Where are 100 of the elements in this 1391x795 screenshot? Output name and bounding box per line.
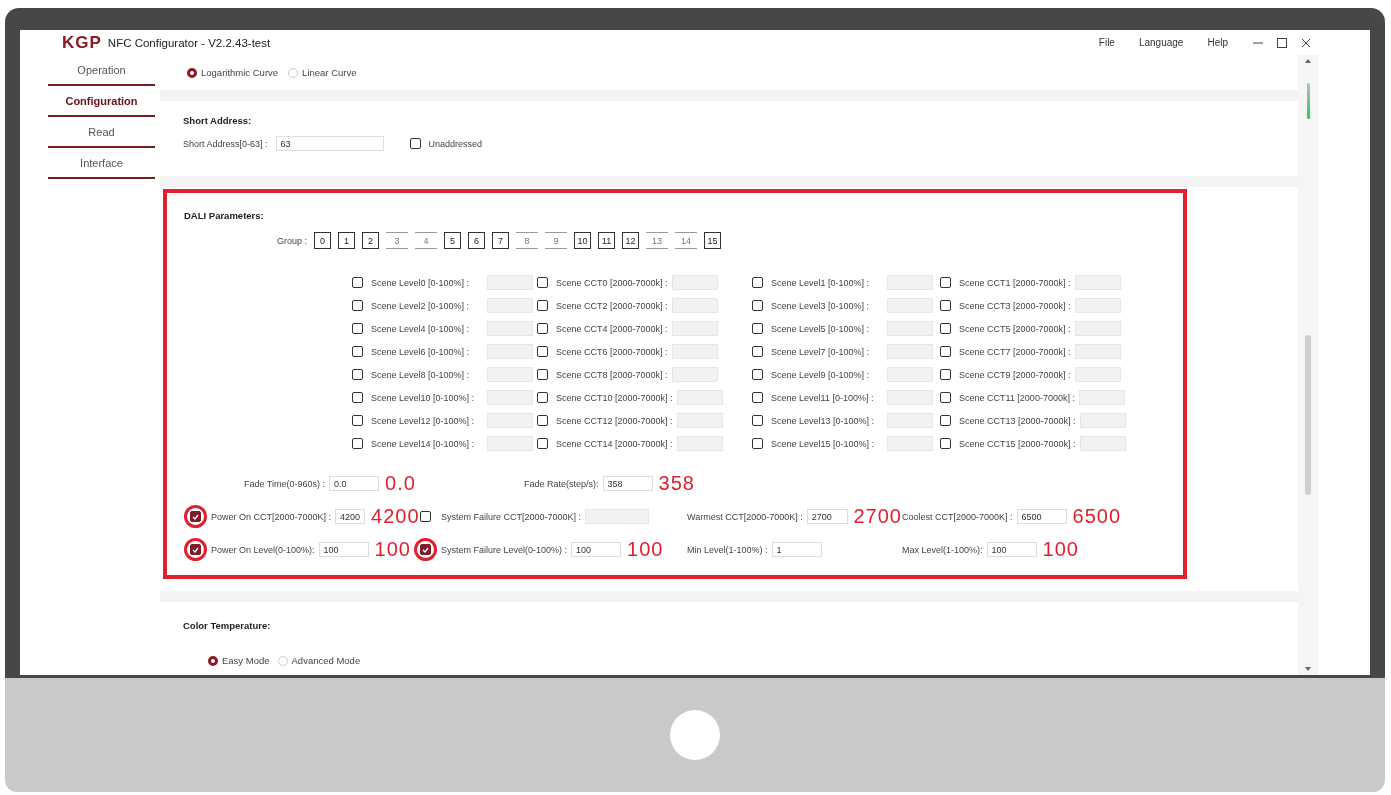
checkbox[interactable] xyxy=(190,544,201,555)
input-field[interactable]: 2700 xyxy=(806,509,848,524)
field-label: Power On Level(0-100%): xyxy=(211,544,315,555)
group-toggle[interactable]: 3 xyxy=(386,232,408,249)
field-label: Scene Level3 [0-100%] : xyxy=(771,300,871,311)
group-toggle[interactable]: 5 xyxy=(444,232,461,249)
field-label: Scene Level7 [0-100%] : xyxy=(771,346,871,357)
close-icon[interactable] xyxy=(1300,36,1312,49)
maximize-icon[interactable] xyxy=(1276,36,1288,49)
section-title: Short Address: xyxy=(183,115,253,126)
field-label: Scene CCT8 [2000-7000k] : xyxy=(556,369,668,380)
menu-item[interactable]: Language xyxy=(1138,37,1184,48)
scroll-down-icon[interactable] xyxy=(1305,667,1311,671)
menu-item[interactable]: Help xyxy=(1207,37,1228,48)
field-label: Scene Level15 [0-100%] : xyxy=(771,438,876,449)
group-toggle[interactable]: 8 xyxy=(516,232,538,249)
annotation-text: 100 xyxy=(374,538,411,561)
checkbox[interactable] xyxy=(420,544,431,555)
radio-option[interactable]: Easy Mode xyxy=(208,655,270,666)
field-label: Scene Level2 [0-100%] : xyxy=(371,300,471,311)
app-logo: KGP xyxy=(62,32,102,53)
field-label: Scene Level1 [0-100%] : xyxy=(771,277,871,288)
field-label: Scene CCT13 [2000-7000k] : xyxy=(959,415,1076,426)
field-label: Scene CCT10 [2000-7000k] : xyxy=(556,392,673,403)
group-toggle[interactable]: 10 xyxy=(574,232,591,249)
field-label: Max Level(1-100%): xyxy=(902,544,983,555)
field-label: Scene CCT12 [2000-7000k] : xyxy=(556,415,673,426)
field-label: Scene CCT14 [2000-7000k] : xyxy=(556,438,673,449)
annotation-text: 2700 xyxy=(853,505,902,528)
annotation-text: 0.0 xyxy=(385,472,416,495)
annotation-text: 6500 xyxy=(1072,505,1122,528)
input-field[interactable]: 100 xyxy=(986,542,1037,557)
field-label: Scene Level6 [0-100%] : xyxy=(371,346,471,357)
group-toggle[interactable]: 12 xyxy=(622,232,639,249)
field-label: Scene CCT15 [2000-7000k] : xyxy=(959,438,1076,449)
field-label: Min Level(1-100%) : xyxy=(687,544,768,555)
field-label: Scene Level10 [0-100%] : xyxy=(371,392,476,403)
group-toggle[interactable]: 15 xyxy=(704,232,721,249)
field-label: Scene Level13 [0-100%] : xyxy=(771,415,876,426)
field-label: Group : xyxy=(277,235,307,246)
input-field[interactable]: 63 xyxy=(275,136,384,151)
menu-item[interactable]: File xyxy=(1098,37,1115,48)
field-label: Coolest CCT[2000-7000K] : xyxy=(902,511,1013,522)
annotation-text: 100 xyxy=(1042,538,1079,561)
field-label: Power On CCT[2000-7000K] : xyxy=(211,511,332,522)
field-label: Short Address[0-63] : xyxy=(183,138,268,149)
scrollbar[interactable] xyxy=(1298,55,1318,675)
annotation-text: 4200 xyxy=(371,505,420,528)
input-field[interactable]: 0.0 xyxy=(329,476,380,491)
field-label: Scene Level4 [0-100%] : xyxy=(371,323,471,334)
scroll-up-icon[interactable] xyxy=(1305,59,1311,63)
field-label: Scene CCT0 [2000-7000k] : xyxy=(556,277,668,288)
section-title: DALI Parameters: xyxy=(184,210,265,221)
field-label: Scene CCT11 [2000-7000k] : xyxy=(959,392,1075,403)
field-label: Scene CCT6 [2000-7000k] : xyxy=(556,346,668,357)
field-label: Fade Time(0-960s) : xyxy=(244,478,326,489)
input-field[interactable]: 100 xyxy=(318,542,369,557)
input-field[interactable]: 1 xyxy=(771,542,822,557)
group-toggle[interactable]: 0 xyxy=(314,232,331,249)
group-toggle[interactable]: 2 xyxy=(362,232,379,249)
field-label: System Failure CCT[2000-7000K] : xyxy=(441,511,582,522)
field-label: System Failure Level(0-100%) : xyxy=(441,544,568,555)
group-toggle[interactable]: 4 xyxy=(415,232,437,249)
group-toggle[interactable]: 1 xyxy=(338,232,355,249)
field-label: Fade Rate(step/s): xyxy=(524,478,599,489)
field-label: Scene Level0 [0-100%] : xyxy=(371,277,471,288)
group-toggle[interactable]: 7 xyxy=(492,232,509,249)
field-label: Scene CCT7 [2000-7000k] : xyxy=(959,346,1071,357)
annotation-text: 100 xyxy=(627,538,664,561)
field-label: Warmest CCT[2000-7000K] : xyxy=(687,511,803,522)
field-label: Scene Level5 [0-100%] : xyxy=(771,323,871,334)
group-toggle[interactable]: 9 xyxy=(545,232,567,249)
group-toggle[interactable]: 13 xyxy=(646,232,668,249)
field-label: Scene Level12 [0-100%] : xyxy=(371,415,476,426)
field-label: Scene Level11 [0-100%] : xyxy=(771,392,875,403)
group-toggle[interactable]: 11 xyxy=(598,232,615,249)
checkbox-label: Unaddressed xyxy=(428,138,483,149)
radio-option[interactable]: Advanced Mode xyxy=(277,655,361,666)
field-label: Scene CCT1 [2000-7000k] : xyxy=(959,277,1071,288)
section-title: Color Temperature: xyxy=(183,620,272,631)
input-field[interactable]: 358 xyxy=(602,476,653,491)
field-label: Scene CCT4 [2000-7000k] : xyxy=(556,323,668,334)
annotation-text: 358 xyxy=(658,472,695,495)
group-toggle[interactable]: 6 xyxy=(468,232,485,249)
input-field[interactable]: 6500 xyxy=(1016,509,1067,524)
field-label: Scene Level8 [0-100%] : xyxy=(371,369,471,380)
input-field[interactable]: 100 xyxy=(571,542,622,557)
field-label: Scene Level9 [0-100%] : xyxy=(771,369,871,380)
group-toggle[interactable]: 14 xyxy=(675,232,697,249)
input-field[interactable]: 4200 xyxy=(335,509,366,524)
radio-option[interactable]: Linear Curve xyxy=(288,67,357,78)
field-label: Scene Level14 [0-100%] : xyxy=(371,438,476,449)
field-label: Scene CCT9 [2000-7000k] : xyxy=(959,369,1071,380)
field-label: Scene CCT5 [2000-7000k] : xyxy=(959,323,1071,334)
checkbox[interactable] xyxy=(190,511,201,522)
field-label: Scene CCT2 [2000-7000k] : xyxy=(556,300,668,311)
checkbox[interactable] xyxy=(409,138,421,149)
radio-option[interactable]: Logarithmic Curve xyxy=(187,67,279,78)
field-label: Scene CCT3 [2000-7000k] : xyxy=(959,300,1071,311)
window-title: NFC Configurator - V2.2.43-test xyxy=(107,36,271,49)
